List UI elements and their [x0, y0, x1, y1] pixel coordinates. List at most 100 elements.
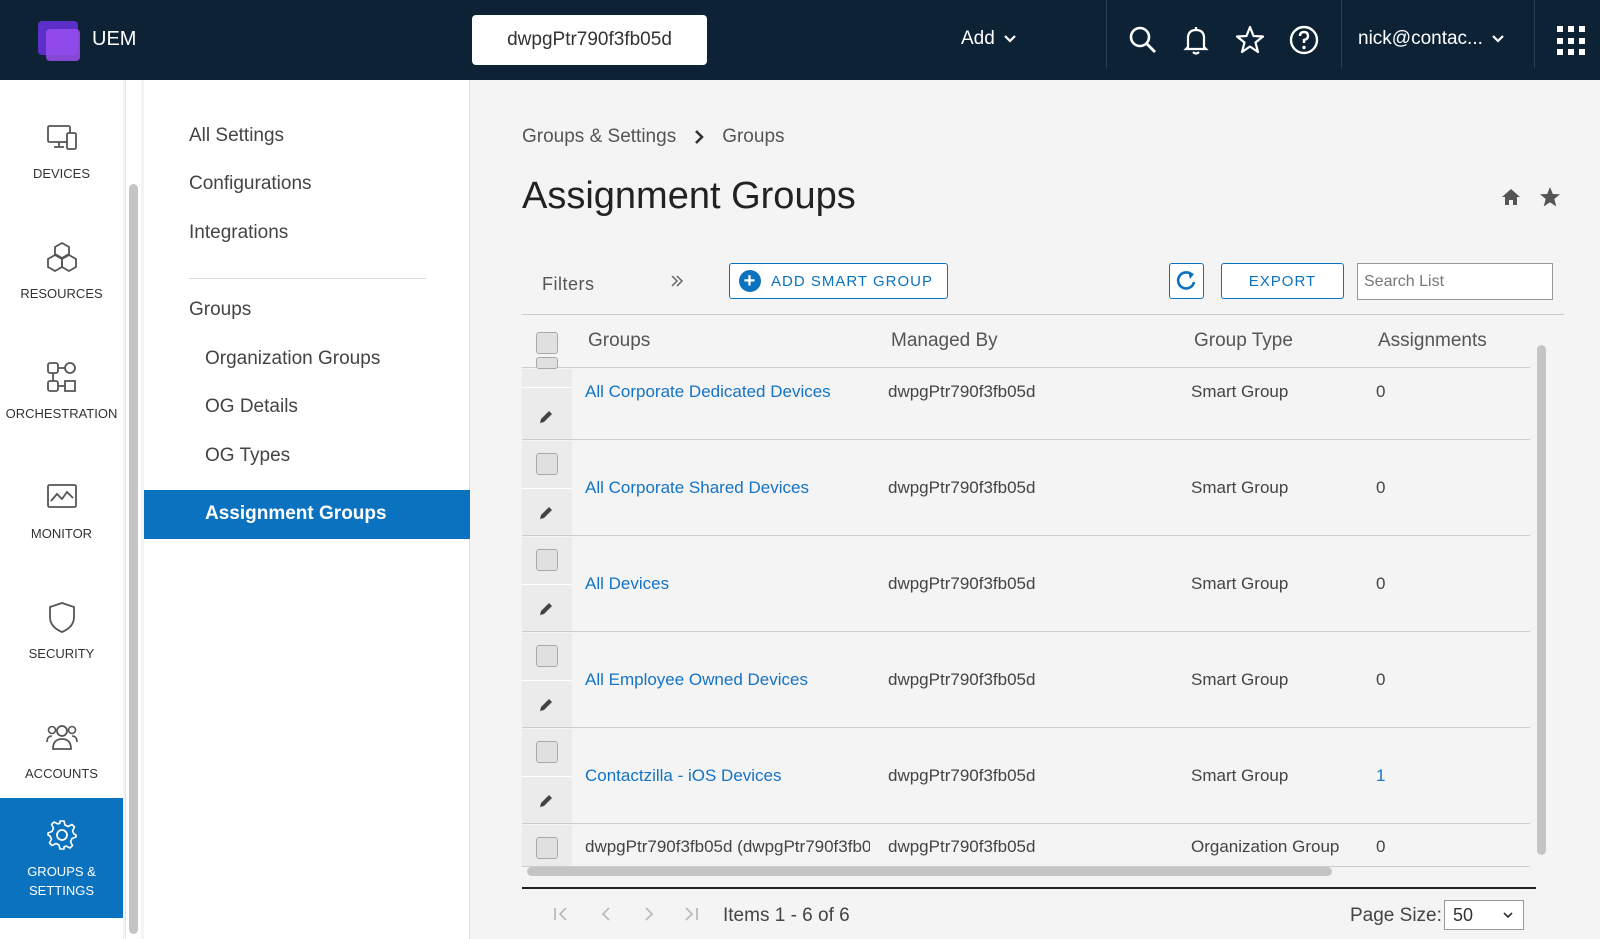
group-name-link[interactable]: Contactzilla - iOS Devices: [585, 766, 875, 786]
top-bar: UEM dwpgPtr790f3fb05d Add nick@contac...: [0, 0, 1600, 80]
managed-by-cell: dwpgPtr790f3fb05d: [888, 837, 1036, 856]
chevron-down-icon: [1004, 35, 1016, 43]
bell-icon[interactable]: [1178, 22, 1214, 58]
subnav-organization-groups[interactable]: Organization Groups: [205, 348, 380, 370]
group-type-cell: Organization Group: [1191, 837, 1340, 856]
edit-pencil-icon[interactable]: [538, 601, 554, 617]
next-page-icon[interactable]: [640, 905, 658, 928]
group-type-cell: Smart Group: [1191, 574, 1289, 593]
nav-security[interactable]: SECURITY: [0, 575, 123, 685]
subnav-section-groups[interactable]: Groups: [189, 299, 251, 321]
edit-pencil-icon[interactable]: [538, 505, 554, 521]
nav-orchestration[interactable]: ORCHESTRATION: [0, 335, 123, 445]
table-row[interactable]: dwpgPtr790f3fb05d (dwpgPtr790f3fb05d) dw…: [522, 825, 1530, 867]
favorite-star-icon[interactable]: [1538, 185, 1562, 209]
group-name-link[interactable]: All Devices: [585, 574, 875, 594]
primary-nav-scrollbar[interactable]: [125, 80, 141, 939]
column-header-managed-by[interactable]: Managed By: [891, 330, 998, 352]
assignment-groups-grid: Groups Managed By Group Type Assignments…: [522, 314, 1564, 876]
star-icon[interactable]: [1232, 22, 1268, 58]
row-checkbox[interactable]: [536, 741, 558, 763]
last-page-icon[interactable]: [682, 905, 700, 928]
toolbar-divider: [1106, 0, 1107, 68]
edit-pencil-icon[interactable]: [538, 793, 554, 809]
edit-pencil-icon[interactable]: [538, 697, 554, 713]
double-chevron-right-icon[interactable]: [670, 272, 684, 295]
page-size-select[interactable]: 50: [1444, 900, 1524, 930]
search-icon[interactable]: [1125, 22, 1161, 58]
subnav-integrations[interactable]: Integrations: [189, 222, 288, 244]
row-checkbox[interactable]: [536, 453, 558, 475]
add-menu-button[interactable]: Add: [961, 28, 1017, 50]
assignments-cell: 0: [1376, 574, 1386, 593]
user-menu-button[interactable]: nick@contac...: [1358, 28, 1505, 50]
chevron-down-icon: [1503, 912, 1513, 919]
nav-groups-settings[interactable]: GROUPS & SETTINGS: [0, 798, 123, 918]
column-header-assignments[interactable]: Assignments: [1378, 330, 1487, 352]
row-checkbox[interactable]: [536, 837, 558, 859]
breadcrumb: Groups & Settings Groups: [522, 126, 785, 148]
nav-devices[interactable]: DEVICES: [0, 95, 123, 205]
nav-monitor[interactable]: MONITOR: [0, 455, 123, 565]
first-page-icon[interactable]: [552, 905, 570, 928]
subnav-all-settings[interactable]: All Settings: [189, 125, 284, 147]
column-header-groups[interactable]: Groups: [588, 330, 650, 352]
subnav-og-types[interactable]: OG Types: [205, 445, 290, 467]
chevron-down-icon: [1492, 35, 1504, 43]
grid-horizontal-scrollbar[interactable]: [527, 867, 1332, 876]
subnav-configurations[interactable]: Configurations: [189, 173, 312, 195]
table-row[interactable]: All Employee Owned Devices dwpgPtr790f3f…: [522, 633, 1530, 728]
organization-group-selector[interactable]: dwpgPtr790f3fb05d: [472, 15, 707, 65]
grid-header: Groups Managed By Group Type Assignments: [522, 315, 1530, 368]
table-row[interactable]: All Corporate Dedicated Devices dwpgPtr7…: [522, 357, 1530, 440]
uem-logo-icon[interactable]: [38, 21, 82, 61]
group-name-link[interactable]: All Corporate Shared Devices: [585, 478, 875, 498]
row-action-gutter: [522, 825, 572, 866]
subnav-assignment-groups[interactable]: Assignment Groups: [144, 490, 470, 539]
items-count: Items 1 - 6 of 6: [723, 905, 850, 926]
row-checkbox[interactable]: [536, 645, 558, 667]
nav-accounts[interactable]: ACCOUNTS: [0, 695, 123, 805]
group-type-cell: Smart Group: [1191, 670, 1289, 689]
managed-by-cell: dwpgPtr790f3fb05d: [888, 574, 1036, 593]
filters-label[interactable]: Filters: [542, 274, 595, 295]
settings-subnav: All Settings Configurations Integrations…: [144, 80, 470, 939]
nav-orchestration-label: ORCHESTRATION: [5, 405, 118, 421]
table-row[interactable]: All Devices dwpgPtr790f3fb05d Smart Grou…: [522, 537, 1530, 632]
gear-icon: [46, 820, 77, 850]
nav-devices-label: DEVICES: [32, 165, 91, 181]
group-name-link[interactable]: All Corporate Dedicated Devices: [585, 382, 875, 402]
assignments-cell: 0: [1376, 837, 1386, 856]
table-row[interactable]: All Corporate Shared Devices dwpgPtr790f…: [522, 441, 1530, 536]
nav-groups-settings-label: GROUPS &: [27, 864, 96, 879]
search-list-input[interactable]: [1357, 263, 1553, 300]
table-row[interactable]: Contactzilla - iOS Devices dwpgPtr790f3f…: [522, 729, 1530, 824]
breadcrumb-groups-settings[interactable]: Groups & Settings: [522, 126, 676, 148]
export-button[interactable]: EXPORT: [1221, 263, 1344, 299]
row-checkbox[interactable]: [536, 549, 558, 571]
nav-resources-label: RESOURCES: [20, 285, 103, 301]
group-name-link[interactable]: All Employee Owned Devices: [585, 670, 875, 690]
assignments-link[interactable]: 1: [1376, 766, 1385, 786]
resources-icon: [46, 241, 77, 272]
home-icon[interactable]: [1499, 185, 1523, 209]
apps-grid-icon[interactable]: [1557, 26, 1587, 56]
add-smart-group-button[interactable]: + ADD SMART GROUP: [729, 263, 948, 299]
row-action-gutter: [522, 441, 572, 535]
column-header-group-type[interactable]: Group Type: [1194, 330, 1293, 352]
pagination-bar: Items 1 - 6 of 6 Page Size: 50: [522, 895, 1536, 939]
toolbar-divider: [1534, 0, 1535, 68]
breadcrumb-groups[interactable]: Groups: [722, 126, 784, 148]
group-name-cell: dwpgPtr790f3fb05d (dwpgPtr790f3fb05d): [585, 837, 870, 856]
refresh-button[interactable]: [1169, 263, 1204, 299]
managed-by-cell: dwpgPtr790f3fb05d: [888, 478, 1036, 497]
subnav-og-details[interactable]: OG Details: [205, 396, 298, 418]
help-icon[interactable]: [1286, 22, 1322, 58]
select-all-checkbox[interactable]: [536, 332, 558, 354]
row-checkbox[interactable]: [536, 357, 558, 369]
subnav-divider: [189, 278, 426, 279]
previous-page-icon[interactable]: [597, 905, 615, 928]
grid-vertical-scrollbar[interactable]: [1537, 345, 1549, 855]
edit-pencil-icon[interactable]: [538, 409, 554, 425]
nav-resources[interactable]: RESOURCES: [0, 215, 123, 325]
